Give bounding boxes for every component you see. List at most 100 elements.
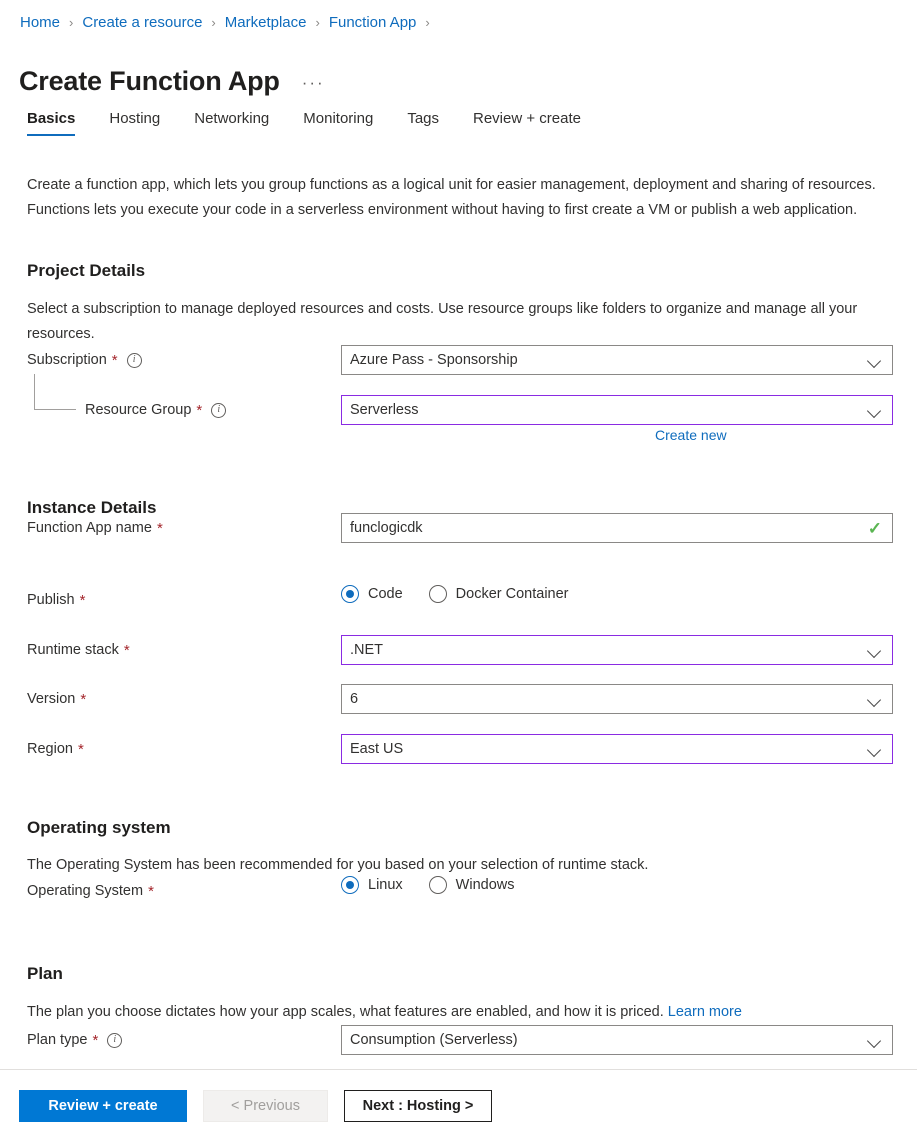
section-description-project-details: Select a subscription to manage deployed… xyxy=(27,300,858,342)
tab-tags[interactable]: Tags xyxy=(390,110,456,136)
plan-description-text: The plan you choose dictates how your ap… xyxy=(27,1003,668,1020)
section-description-operating-system: The Operating System has been recommende… xyxy=(27,856,649,873)
required-asterisk: * xyxy=(111,351,118,369)
page-title: Create Function App xyxy=(19,66,280,97)
chevron-down-icon xyxy=(868,353,882,367)
resource-group-value: Serverless xyxy=(350,402,419,418)
create-function-app-page: Home › Create a resource › Marketplace ›… xyxy=(0,0,917,1141)
operating-system-option-linux-label: Linux xyxy=(368,877,403,893)
region-control: East US xyxy=(341,734,893,764)
breadcrumb-item-marketplace[interactable]: Marketplace xyxy=(225,10,307,36)
breadcrumb-item-home[interactable]: Home xyxy=(20,10,60,36)
info-icon[interactable]: i xyxy=(211,402,227,418)
field-row-version: Version * 6 xyxy=(27,684,897,714)
breadcrumb-separator-icon: › xyxy=(211,15,216,30)
chevron-down-icon xyxy=(868,1033,882,1047)
more-options-icon[interactable]: ··· xyxy=(302,65,325,101)
region-label: Region * xyxy=(27,740,84,758)
chevron-down-icon xyxy=(868,742,882,756)
publish-option-code[interactable]: Code xyxy=(341,585,403,603)
required-asterisk: * xyxy=(196,401,203,419)
field-row-plan-type: Plan type * i Consumption (Serverless) xyxy=(27,1025,897,1055)
subscription-dropdown[interactable]: Azure Pass - Sponsorship xyxy=(341,345,893,375)
resource-group-control: Serverless Create new xyxy=(341,395,893,443)
version-label: Version * xyxy=(27,690,87,708)
runtime-stack-dropdown[interactable]: .NET xyxy=(341,635,893,665)
info-icon[interactable]: i xyxy=(126,352,142,368)
tab-hosting[interactable]: Hosting xyxy=(92,110,177,136)
breadcrumb-item-function-app[interactable]: Function App xyxy=(329,10,417,36)
required-asterisk: * xyxy=(77,740,84,758)
region-dropdown[interactable]: East US xyxy=(341,734,893,764)
chevron-down-icon xyxy=(868,692,882,706)
required-asterisk: * xyxy=(92,1031,99,1049)
required-asterisk: * xyxy=(156,519,163,537)
tab-basics[interactable]: Basics xyxy=(27,110,92,136)
breadcrumb-separator-icon: › xyxy=(69,15,74,30)
valid-check-icon: ✓ xyxy=(867,518,882,538)
runtime-stack-control: .NET xyxy=(341,635,893,665)
breadcrumb-separator-icon: › xyxy=(315,15,320,30)
radio-selected-icon xyxy=(341,876,359,894)
field-row-region: Region * East US xyxy=(27,734,897,764)
publish-option-docker-container[interactable]: Docker Container xyxy=(428,585,569,603)
plan-type-dropdown[interactable]: Consumption (Serverless) xyxy=(341,1025,893,1055)
operating-system-radio-group: Linux Windows xyxy=(341,876,515,894)
page-header: Create Function App ··· xyxy=(19,45,325,117)
breadcrumb-item-create-a-resource[interactable]: Create a resource xyxy=(82,10,202,36)
operating-system-label: Operating System * xyxy=(27,882,154,900)
page-description: Create a function app, which lets you gr… xyxy=(27,176,876,218)
operating-system-option-windows[interactable]: Windows xyxy=(428,876,515,894)
field-row-runtime-stack: Runtime stack * .NET xyxy=(27,635,897,665)
wizard-footer: Review + create < Previous Next : Hostin… xyxy=(0,1070,917,1141)
function-app-name-control: funclogicdk ✓ .azurewebsites.net xyxy=(341,513,893,543)
field-row-subscription: Subscription * i Azure Pass - Sponsorshi… xyxy=(27,345,897,375)
subscription-control: Azure Pass - Sponsorship xyxy=(341,345,893,375)
resource-group-label: Resource Group * i xyxy=(85,395,227,425)
plan-type-value: Consumption (Serverless) xyxy=(350,1032,518,1048)
tab-networking[interactable]: Networking xyxy=(177,110,286,136)
field-row-publish: Publish * Code Docker Container xyxy=(27,585,897,615)
field-row-function-app-name: Function App name * funclogicdk ✓ .azure… xyxy=(27,513,897,543)
learn-more-link[interactable]: Learn more xyxy=(668,1004,742,1020)
wizard-tabs: Basics Hosting Networking Monitoring Tag… xyxy=(27,110,598,136)
function-app-name-label: Function App name * xyxy=(27,519,163,537)
field-row-operating-system: Operating System * Linux Windows xyxy=(27,876,897,906)
function-app-name-input[interactable]: funclogicdk ✓ xyxy=(341,513,893,543)
breadcrumb: Home › Create a resource › Marketplace ›… xyxy=(20,10,439,36)
create-new-resource-group-link[interactable]: Create new xyxy=(655,427,727,443)
section-heading-project-details: Project Details xyxy=(27,261,146,281)
field-row-resource-group: Resource Group * i Serverless Create new xyxy=(27,395,897,443)
function-app-name-value: funclogicdk xyxy=(350,520,423,536)
section-description-plan: The plan you choose dictates how your ap… xyxy=(27,1000,897,1025)
radio-unselected-icon xyxy=(428,585,447,603)
publish-option-code-label: Code xyxy=(368,586,403,602)
next-hosting-button[interactable]: Next : Hosting > xyxy=(344,1089,492,1122)
operating-system-option-linux[interactable]: Linux xyxy=(341,876,403,894)
runtime-stack-label: Runtime stack * xyxy=(27,641,130,659)
plan-type-control: Consumption (Serverless) xyxy=(341,1025,893,1055)
subscription-label: Subscription * i xyxy=(27,345,142,375)
runtime-stack-value: .NET xyxy=(350,642,384,658)
tab-monitoring[interactable]: Monitoring xyxy=(286,110,390,136)
required-asterisk: * xyxy=(80,690,87,708)
required-asterisk: * xyxy=(123,641,130,659)
function-app-name-suffix: .azurewebsites.net xyxy=(655,544,917,560)
previous-button[interactable]: < Previous xyxy=(203,1089,328,1122)
publish-label: Publish * xyxy=(27,591,86,609)
version-dropdown[interactable]: 6 xyxy=(341,684,893,714)
region-value: East US xyxy=(350,741,404,757)
subscription-value: Azure Pass - Sponsorship xyxy=(350,352,518,368)
review-create-button[interactable]: Review + create xyxy=(19,1089,187,1122)
chevron-down-icon xyxy=(868,403,882,417)
info-icon[interactable]: i xyxy=(107,1032,123,1048)
section-heading-plan: Plan xyxy=(27,964,63,984)
resource-group-dropdown[interactable]: Serverless xyxy=(341,395,893,425)
version-value: 6 xyxy=(350,691,359,707)
publish-option-docker-container-label: Docker Container xyxy=(455,586,569,602)
required-asterisk: * xyxy=(79,591,86,609)
tab-review-create[interactable]: Review + create xyxy=(456,110,598,136)
publish-radio-group: Code Docker Container xyxy=(341,585,569,603)
chevron-down-icon xyxy=(868,643,882,657)
radio-selected-icon xyxy=(341,585,359,603)
